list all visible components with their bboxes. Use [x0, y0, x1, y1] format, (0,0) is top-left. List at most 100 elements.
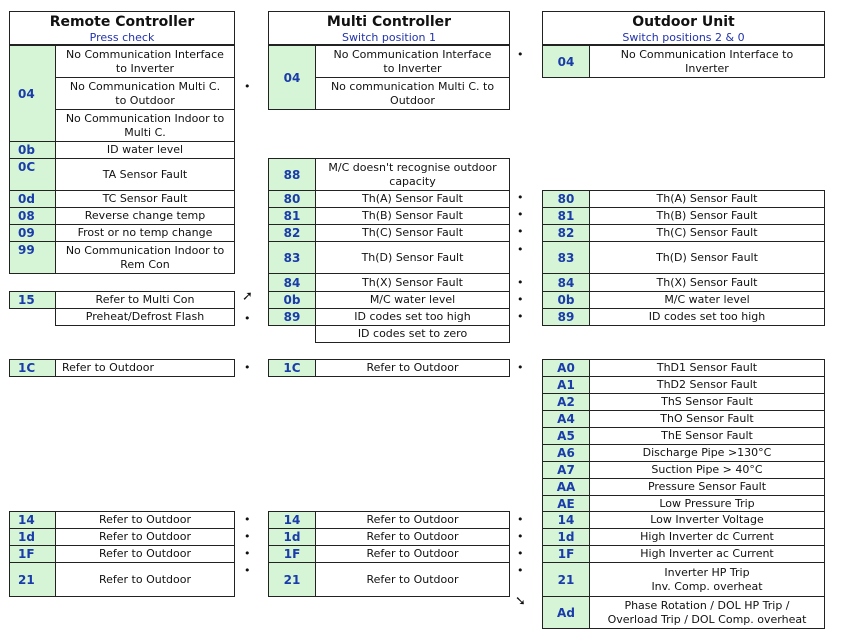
error-description: Refer to Outdoor [55, 562, 235, 597]
arrow-down-right-icon: ➘ [515, 594, 526, 609]
error-description: Refer to Outdoor [315, 528, 510, 546]
error-description: M/C water level [315, 291, 510, 309]
error-code: A7 [542, 461, 590, 479]
error-description: Refer to Outdoor [315, 545, 510, 563]
error-code: 1d [268, 528, 316, 546]
error-code: A0 [542, 359, 590, 377]
error-code: 1C [268, 359, 316, 377]
error-description: ThO Sensor Fault [589, 410, 825, 428]
error-description: Th(X) Sensor Fault [589, 273, 825, 292]
error-code: 80 [542, 190, 590, 208]
error-description: Inverter HP Trip Inv. Comp. overheat [589, 562, 825, 597]
error-description: Refer to Outdoor [315, 511, 510, 529]
error-code: A6 [542, 444, 590, 462]
error-code: 81 [268, 207, 316, 225]
error-code: 89 [542, 308, 590, 326]
table-subtitle: Switch position 1 [342, 31, 436, 44]
arrow-up-right-icon: ➚ [242, 289, 253, 304]
middle-table-header: Multi Controller Switch position 1 [268, 11, 510, 45]
error-code: A5 [542, 427, 590, 445]
error-code: AA [542, 478, 590, 496]
error-code: 0b [9, 141, 56, 159]
error-code: 83 [268, 241, 316, 274]
error-code: 14 [9, 511, 56, 529]
error-code: 83 [542, 241, 590, 274]
error-description: High Inverter ac Current [589, 545, 825, 563]
bullet-icon: • [244, 530, 251, 543]
error-code: 0C [9, 158, 56, 191]
bullet-icon: • [517, 208, 524, 221]
error-code: 04 [268, 45, 316, 110]
error-code: Ad [542, 596, 590, 629]
error-code: A1 [542, 376, 590, 394]
error-description: Th(D) Sensor Fault [589, 241, 825, 274]
bullet-icon: • [517, 564, 524, 577]
error-description: Discharge Pipe >130°C [589, 444, 825, 462]
right-table-header: Outdoor Unit Switch positions 2 & 0 [542, 11, 825, 45]
error-code: 81 [542, 207, 590, 225]
error-description: ID codes set too high [315, 308, 510, 326]
error-description: No Communication Interface to Inverter [315, 45, 510, 78]
error-code: 89 [268, 308, 316, 326]
error-description: Th(A) Sensor Fault [589, 190, 825, 208]
table-subtitle: Switch positions 2 & 0 [622, 31, 745, 44]
bullet-icon: • [517, 225, 524, 238]
error-code: 08 [9, 207, 56, 225]
error-code: 99 [9, 241, 56, 274]
error-description: Low Inverter Voltage [589, 511, 825, 529]
error-description: Refer to Outdoor [315, 359, 510, 377]
error-description: Preheat/Defrost Flash [55, 308, 235, 326]
error-code: 0b [542, 291, 590, 309]
error-code: 1F [268, 545, 316, 563]
error-description: Reverse change temp [55, 207, 235, 225]
table-title: Outdoor Unit [632, 14, 735, 30]
bullet-icon: • [244, 547, 251, 560]
bullet-icon: • [517, 513, 524, 526]
error-code: AE [542, 495, 590, 512]
error-description: M/C doesn't recognise outdoor capacity [315, 158, 510, 191]
error-description: ThS Sensor Fault [589, 393, 825, 411]
error-description: ID water level [55, 141, 235, 159]
error-description: ThD1 Sensor Fault [589, 359, 825, 377]
error-description: Th(B) Sensor Fault [589, 207, 825, 225]
bullet-icon: • [517, 293, 524, 306]
error-code: 21 [542, 562, 590, 597]
error-code: 0d [9, 190, 56, 208]
error-description: No communication Multi C. to Outdoor [315, 77, 510, 110]
bullet-icon: • [244, 312, 251, 325]
error-code: 1F [9, 545, 56, 563]
bullet-icon: • [517, 191, 524, 204]
error-description: ThE Sensor Fault [589, 427, 825, 445]
error-description: No Communication Interface to Inverter [55, 45, 235, 78]
bullet-icon: • [517, 547, 524, 560]
error-description: Th(C) Sensor Fault [589, 224, 825, 242]
error-description: Th(D) Sensor Fault [315, 241, 510, 274]
error-description: ThD2 Sensor Fault [589, 376, 825, 394]
error-code: 1d [542, 528, 590, 546]
error-code: 84 [542, 273, 590, 292]
bullet-icon: • [244, 361, 251, 374]
error-description: Th(X) Sensor Fault [315, 273, 510, 292]
error-description: Refer to Outdoor [315, 562, 510, 597]
error-description: Frost or no temp change [55, 224, 235, 242]
error-code: 04 [542, 45, 590, 78]
table-subtitle: Press check [89, 31, 155, 44]
error-code: 1F [542, 545, 590, 563]
bullet-icon: • [517, 530, 524, 543]
error-description: Pressure Sensor Fault [589, 478, 825, 496]
error-description: Refer to Outdoor [55, 511, 235, 529]
bullet-icon: • [517, 243, 524, 256]
error-code: 15 [9, 291, 56, 309]
error-code: 82 [542, 224, 590, 242]
error-code: 14 [542, 511, 590, 529]
error-description: TA Sensor Fault [55, 158, 235, 191]
error-code: 0b [268, 291, 316, 309]
error-code: 21 [9, 562, 56, 597]
error-code: A2 [542, 393, 590, 411]
error-description: Refer to Outdoor [55, 359, 235, 377]
error-description: M/C water level [589, 291, 825, 309]
table-title: Multi Controller [326, 14, 452, 30]
error-description: ID codes set to zero [315, 325, 510, 343]
bullet-icon: • [517, 48, 524, 61]
bullet-icon: • [244, 564, 251, 577]
